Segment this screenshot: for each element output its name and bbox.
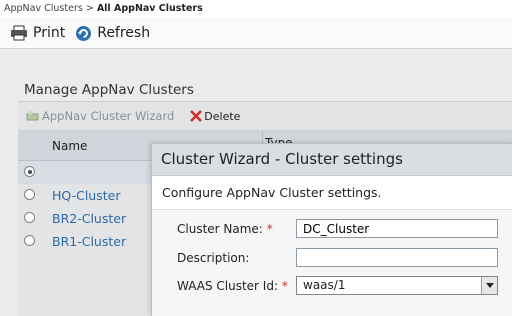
wizard-icon	[26, 111, 39, 121]
breadcrumb-separator: >	[82, 3, 97, 14]
delete-button[interactable]: Delete	[190, 110, 240, 123]
row-radio[interactable]	[24, 189, 35, 200]
print-label: Print	[33, 25, 66, 41]
dialog-subtitle: Configure AppNav Cluster settings.	[152, 176, 512, 210]
description-row: Description:	[152, 246, 512, 270]
cluster-wizard-dialog: Cluster Wizard - Cluster settings Config…	[151, 143, 512, 316]
cluster-id-row: WAAS Cluster Id: * waas/1	[152, 274, 512, 298]
required-marker: *	[266, 222, 273, 236]
cluster-id-value: waas/1	[303, 278, 346, 292]
row-radio[interactable]	[24, 212, 35, 223]
delete-x-icon	[190, 110, 203, 122]
delete-label: Delete	[204, 109, 241, 123]
row-radio[interactable]	[24, 166, 35, 177]
chevron-down-icon[interactable]	[481, 277, 497, 294]
cluster-settings-form: Cluster Name: * Description: WAAS Cluste…	[152, 210, 512, 316]
panel-toolbar: AppNav Cluster Wizard Delete	[18, 102, 512, 131]
breadcrumb-current: All AppNav Clusters	[96, 3, 203, 14]
breadcrumb-parent[interactable]: AppNav Clusters	[4, 3, 83, 14]
dialog-title: Cluster Wizard - Cluster settings	[152, 144, 512, 176]
row-name[interactable]: BR1-Cluster	[52, 234, 126, 249]
description-label: Description:	[177, 251, 250, 265]
cluster-id-label: WAAS Cluster Id: *	[177, 279, 288, 293]
cluster-name-row: Cluster Name: *	[152, 217, 512, 241]
refresh-button[interactable]: Refresh	[75, 25, 150, 42]
printer-icon	[11, 25, 27, 41]
cluster-wizard-label: AppNav Cluster Wizard	[42, 109, 175, 123]
row-radio[interactable]	[24, 235, 35, 246]
print-button[interactable]: Print	[10, 25, 65, 41]
cluster-name-input[interactable]	[296, 219, 498, 238]
cluster-wizard-button[interactable]: AppNav Cluster Wizard	[26, 109, 174, 123]
required-marker: *	[281, 279, 288, 293]
refresh-icon	[76, 25, 92, 41]
row-name[interactable]: BR2-Cluster	[52, 211, 126, 226]
section-title: Manage AppNav Clusters	[24, 82, 194, 98]
cluster-id-select[interactable]: waas/1	[296, 276, 498, 295]
column-header-name[interactable]: Name	[52, 139, 87, 153]
cluster-name-label: Cluster Name: *	[177, 222, 273, 236]
top-toolbar: Print Refresh	[0, 18, 512, 49]
description-input[interactable]	[296, 248, 498, 267]
refresh-label: Refresh	[97, 25, 151, 41]
row-name[interactable]: HQ-Cluster	[52, 188, 120, 203]
breadcrumb: AppNav Clusters > All AppNav Clusters	[0, 0, 512, 18]
